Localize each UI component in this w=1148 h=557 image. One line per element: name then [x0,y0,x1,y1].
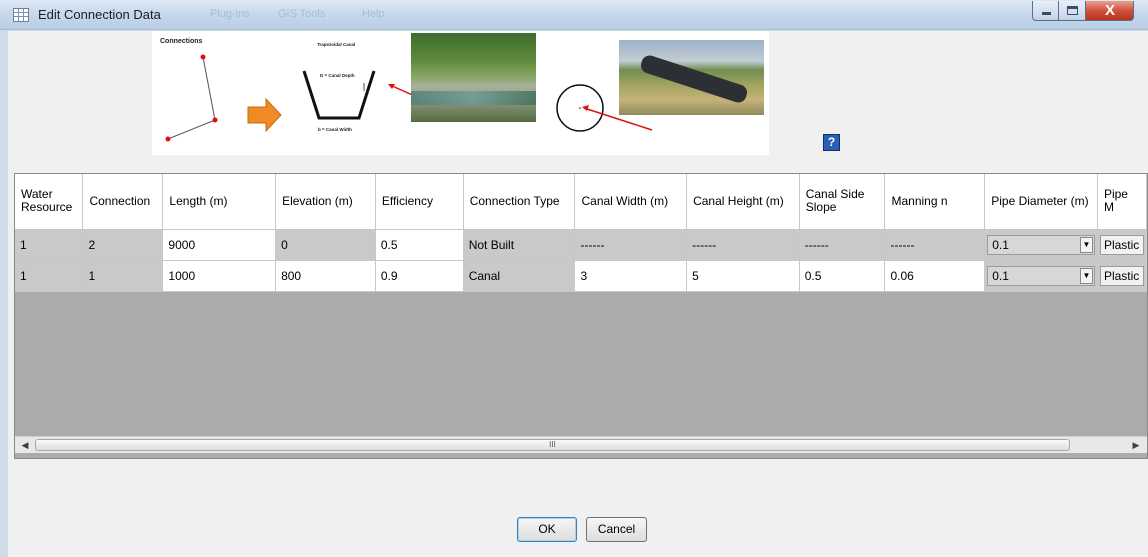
cell-length[interactable]: 9000 [162,229,277,261]
col-canal-height[interactable]: Canal Height (m) [686,174,800,230]
table-row: 1 2 9000 0 0.5 Not Built ------ ------ -… [15,229,1147,261]
pipe-material-dropdown[interactable]: Plastic [1099,265,1144,286]
trapezoid-title: Trapezoidal Canal [317,42,355,47]
cancel-button[interactable]: Cancel [586,517,647,542]
cell-canal-width[interactable]: 3 [574,260,688,292]
background-menu-item: GIS Tools [278,8,326,20]
header-row: Water Resource Connection Length (m) Ele… [15,174,1147,230]
col-connection[interactable]: Connection [82,174,164,230]
cell-canal-height[interactable]: ------ [686,229,800,261]
table-row: 1 1 1000 800 0.9 Canal 3 5 0.5 0.06 0.1 … [15,260,1147,292]
minimize-icon [1042,12,1051,15]
node [200,54,206,60]
col-length[interactable]: Length (m) [162,174,277,230]
pipe-material-dropdown[interactable]: Plastic [1099,234,1144,255]
dropdown-arrow-icon[interactable]: ▼ [1079,267,1093,284]
cell-connection[interactable]: 1 [82,260,164,292]
cell-canal-width[interactable]: ------ [574,229,688,261]
cell-efficiency[interactable]: 0.5 [375,229,464,261]
cell-efficiency[interactable]: 0.9 [375,260,464,292]
cell-canal-side-slope[interactable]: 0.5 [799,260,886,292]
col-connection-type[interactable]: Connection Type [463,174,576,230]
col-canal-side-slope[interactable]: Canal Side Slope [799,174,886,230]
connections-label: Connections [160,38,202,45]
pipe-diameter-value: 0.1 [992,268,1009,283]
background-menu-item: Help [362,8,385,20]
scroll-left-icon[interactable]: ◀ [18,438,32,452]
help-button[interactable]: ? [823,134,840,151]
cell-canal-side-slope[interactable]: ------ [799,229,886,261]
cell-connection-type[interactable]: Not Built [463,229,576,261]
pipe-diameter-value: 0.1 [992,237,1009,252]
connections-diagram: Connections Trapezoidal Canal D = Canal … [152,31,769,155]
title-bar: Edit Connection Data Plug-ins GIS Tools … [0,0,1148,30]
connection-network [167,56,216,140]
col-water-resource[interactable]: Water Resource [15,174,84,230]
cell-connection-type[interactable]: Canal [463,260,576,292]
minimize-button[interactable] [1032,1,1059,21]
pipe-diameter-dropdown[interactable]: 0.1 ▼ [987,234,1095,255]
col-elevation[interactable]: Elevation (m) [275,174,376,230]
col-efficiency[interactable]: Efficiency [375,174,464,230]
table-icon [13,8,29,22]
col-manning-n[interactable]: Manning n [884,174,986,230]
connections-grid: Water Resource Connection Length (m) Ele… [14,173,1148,459]
scrollbar-thumb[interactable]: III [35,439,1070,451]
cell-pipe-diameter[interactable]: 0.1 ▼ [984,260,1098,292]
cell-water-resource[interactable]: 1 [15,229,84,261]
cell-length[interactable]: 1000 [162,260,277,292]
cell-connection[interactable]: 2 [82,229,164,261]
cell-manning-n[interactable]: ------ [884,229,986,261]
maximize-button[interactable] [1059,1,1086,21]
trapezoid-canal [302,70,376,120]
scroll-right-icon[interactable]: ▶ [1129,438,1143,452]
cell-pipe-diameter[interactable]: 0.1 ▼ [984,229,1098,261]
cell-elevation[interactable]: 0 [275,229,376,261]
depth-label: D = Canal Depth [320,73,355,78]
pipe-photo [619,40,764,115]
close-button[interactable]: X [1086,1,1134,21]
col-pipe-diameter[interactable]: Pipe Diameter (m) [984,174,1098,230]
cell-pipe-material[interactable]: Plastic [1097,229,1147,261]
horizontal-scrollbar[interactable]: ◀ III ▶ [15,436,1147,453]
arrow-right-icon [247,97,282,133]
node [212,117,218,123]
cell-manning-n[interactable]: 0.06 [884,260,986,292]
node [165,136,171,142]
cell-pipe-material[interactable]: Plastic [1097,260,1147,292]
width-label: b = Canal Width [318,127,352,132]
background-menu-item: Plug-ins [210,8,250,20]
col-pipe-material[interactable]: Pipe M [1097,174,1147,230]
cell-canal-height[interactable]: 5 [686,260,800,292]
canal-photo [411,33,536,122]
close-icon: X [1104,2,1115,19]
cell-elevation[interactable]: 800 [275,260,376,292]
col-canal-width[interactable]: Canal Width (m) [574,174,688,230]
dropdown-arrow-icon[interactable]: ▼ [1079,236,1093,253]
maximize-icon [1067,6,1078,15]
ok-button[interactable]: OK [517,517,577,542]
cell-water-resource[interactable]: 1 [15,260,84,292]
window-title: Edit Connection Data [38,7,161,22]
pipe-diameter-dropdown[interactable]: 0.1 ▼ [987,265,1095,286]
